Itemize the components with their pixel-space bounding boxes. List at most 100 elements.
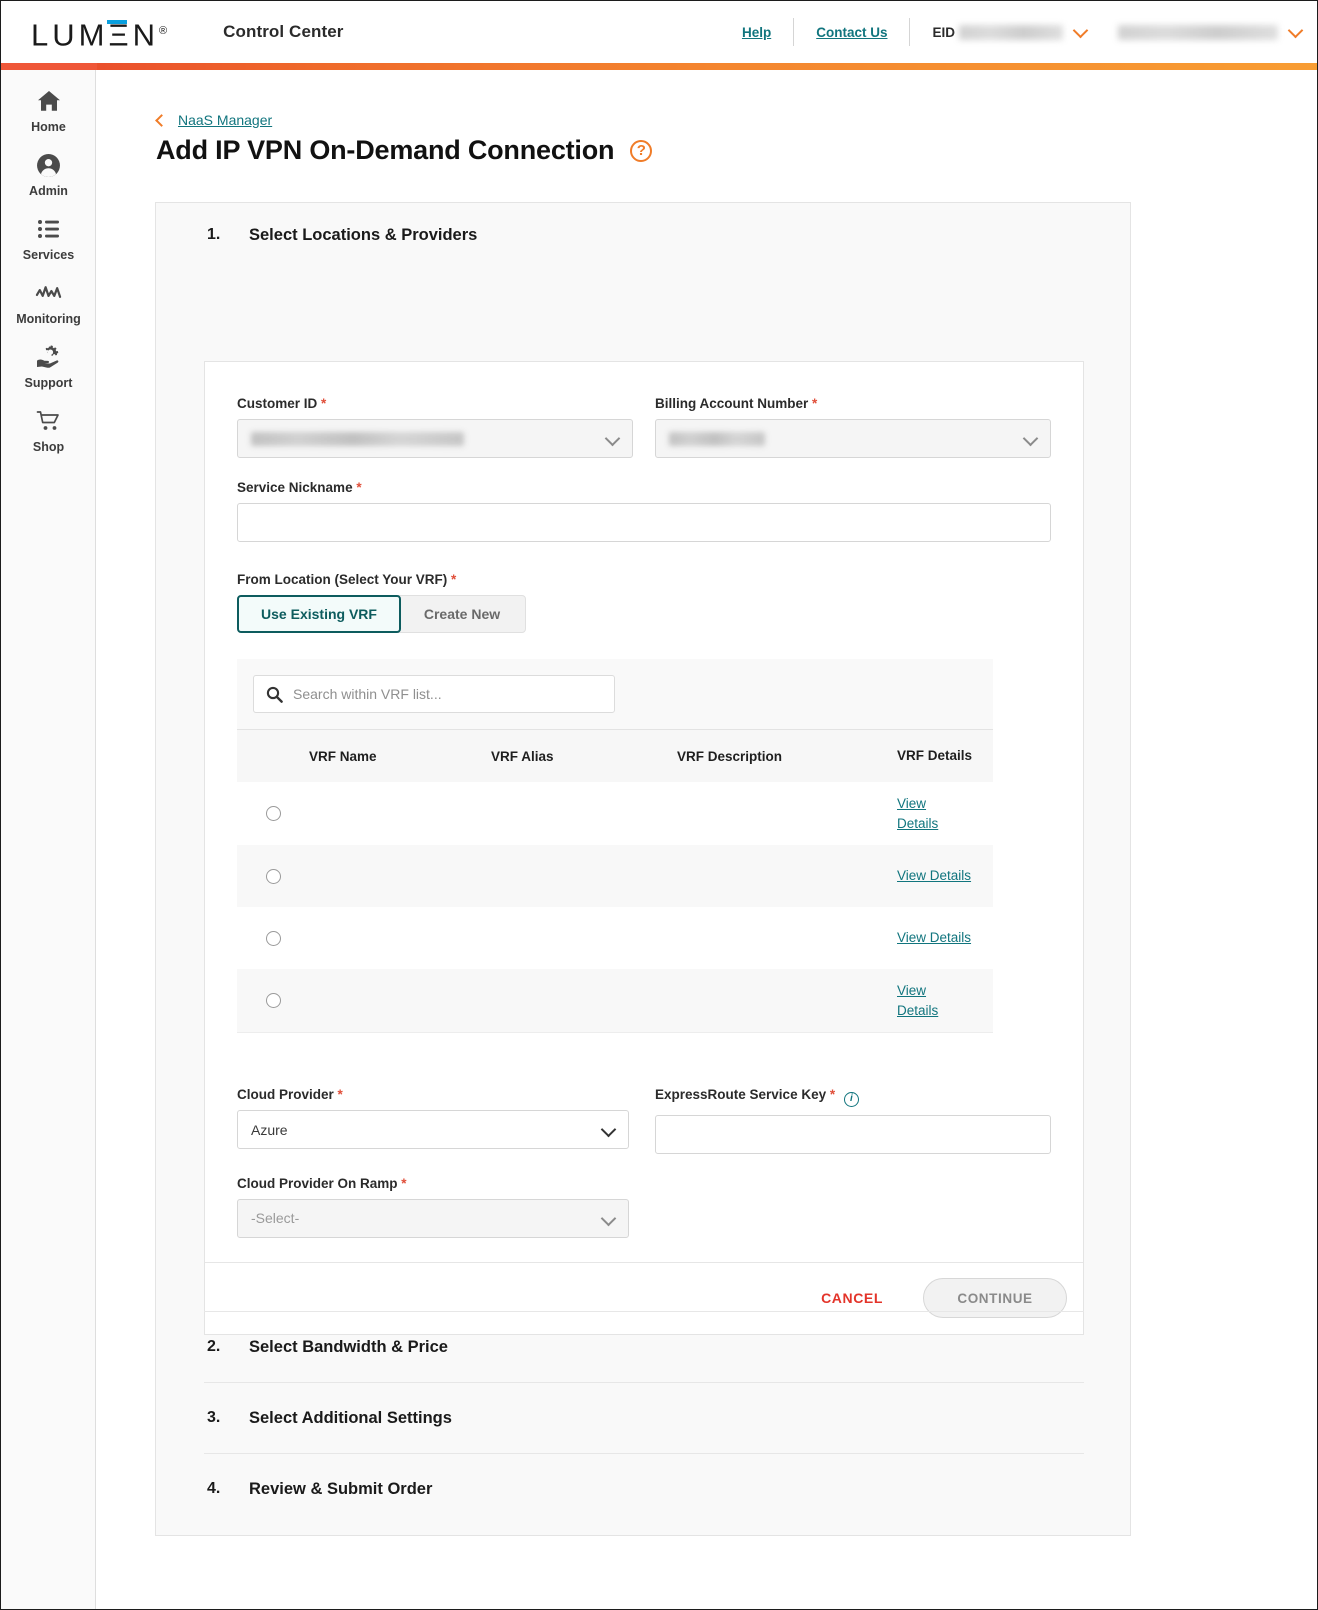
step-title: Review & Submit Order (249, 1479, 433, 1498)
column-header-vrf-name: VRF Name (309, 748, 377, 764)
sidebar-item-support[interactable]: Support (1, 326, 96, 390)
step-title: Select Bandwidth & Price (249, 1337, 448, 1356)
vrf-row-radio[interactable] (265, 806, 281, 821)
help-question-icon[interactable]: ? (630, 139, 653, 162)
cloud-provider-select[interactable]: Azure (237, 1110, 629, 1149)
sidebar-item-services[interactable]: Services (1, 198, 96, 262)
cloud-provider-section: Cloud Provider * Azure ExpressRoute Serv… (237, 1087, 1051, 1238)
sidebar-item-home[interactable]: Home (1, 70, 96, 134)
chevron-down-icon (1072, 22, 1089, 38)
header-actions: Help Contact Us EID (720, 12, 1317, 52)
column-header-vrf-alias: VRF Alias (491, 748, 554, 764)
chevron-down-icon (1022, 430, 1039, 447)
user-circle-icon (1, 152, 96, 178)
step-2-header[interactable]: 2. Select Bandwidth & Price (204, 1311, 1084, 1382)
cell-vrf-details: View Details (895, 981, 993, 1020)
page-title: Add IP VPN On-Demand Connection (156, 135, 615, 165)
home-icon (1, 88, 96, 114)
row-radio-cell (237, 993, 309, 1008)
cell-vrf-details: View Details (895, 866, 993, 886)
table-row[interactable]: View Details (237, 907, 993, 969)
vrf-search-input[interactable]: Search within VRF list... (253, 675, 615, 713)
sidebar-item-admin[interactable]: Admin (1, 134, 96, 198)
step-title: Select Additional Settings (249, 1408, 452, 1427)
cloud-row: Cloud Provider * Azure ExpressRoute Serv… (237, 1087, 1051, 1154)
logo-accent-bar (107, 20, 127, 24)
billing-account-label: Billing Account Number * (655, 396, 1051, 411)
service-nickname-group: Service Nickname * (237, 480, 1051, 542)
column-header-vrf-description: VRF Description (677, 748, 783, 764)
table-row[interactable]: View Details (237, 782, 993, 845)
view-details-link[interactable]: View Details (897, 928, 971, 948)
row-radio-cell (237, 868, 309, 884)
info-icon[interactable]: i (843, 1091, 859, 1107)
collapsed-steps: 2. Select Bandwidth & Price 3. Select Ad… (204, 1311, 1084, 1524)
vrf-mode-toggle: Use Existing VRF Create New (237, 595, 526, 633)
vrf-selection-panel: Search within VRF list... VRF Name VRF A… (237, 659, 993, 1033)
help-link[interactable]: Help (720, 25, 793, 40)
step-1-header: 1. Select Locations & Providers (156, 203, 1130, 267)
sidebar-label: Monitoring (16, 312, 81, 326)
cloud-provider-group: Cloud Provider * Azure (237, 1087, 633, 1154)
vrf-row-radio[interactable] (265, 930, 281, 946)
account-selector[interactable] (1100, 22, 1307, 40)
table-row[interactable]: View Details (237, 845, 993, 907)
vrf-table-header: VRF Name VRF Alias VRF Description VRF D… (237, 730, 993, 782)
cloud-provider-value: Azure (251, 1121, 288, 1138)
step-number: 4. (207, 1480, 221, 1497)
vrf-row-radio[interactable] (265, 868, 281, 884)
sidebar-label: Services (22, 248, 75, 262)
step-number: 3. (207, 1409, 221, 1426)
row-radio-cell (237, 806, 309, 821)
toggle-create-new-vrf[interactable]: Create New (398, 595, 526, 633)
contact-us-link[interactable]: Contact Us (794, 25, 909, 40)
express-route-key-group: ExpressRoute Service Key * i (655, 1087, 1051, 1154)
customer-id-select[interactable] (237, 419, 633, 458)
billing-account-select[interactable] (655, 419, 1051, 458)
list-icon (1, 216, 96, 242)
waveform-icon (1, 280, 96, 306)
eid-value-redacted (959, 24, 1063, 40)
service-nickname-label: Service Nickname * (237, 480, 1051, 495)
sidebar-item-shop[interactable]: Shop (1, 390, 96, 454)
cloud-on-ramp-select[interactable]: -Select- (237, 1198, 629, 1238)
billing-account-group: Billing Account Number * (655, 396, 1051, 458)
step-title: Select Locations & Providers (249, 225, 478, 244)
view-details-link[interactable]: View Details (897, 981, 943, 1020)
label-text: Cloud Provider On Ramp (237, 1175, 398, 1191)
label-text: From Location (Select Your VRF) (237, 572, 448, 587)
step-4-header[interactable]: 4. Review & Submit Order (204, 1453, 1084, 1524)
column-header-vrf-details: VRF Details (895, 747, 993, 765)
step-number: 1. (207, 226, 221, 243)
vrf-row-radio[interactable] (265, 993, 281, 1008)
cloud-on-ramp-group: Cloud Provider On Ramp * -Select- (237, 1176, 1051, 1238)
step-number: 2. (207, 1338, 221, 1355)
required-asterisk: * (451, 572, 457, 587)
cloud-provider-label: Cloud Provider * (237, 1087, 633, 1102)
sidebar-item-monitoring[interactable]: Monitoring (1, 262, 96, 326)
chevron-down-icon (600, 1210, 617, 1226)
eid-selector[interactable]: EID (910, 22, 1100, 40)
view-details-link[interactable]: View Details (897, 794, 943, 833)
breadcrumb-link[interactable]: NaaS Manager (178, 112, 272, 128)
ids-row: Customer ID * Billing Account Number * (237, 396, 1051, 458)
logo-text: LUMΞN (31, 17, 159, 53)
breadcrumb[interactable]: NaaS Manager (155, 112, 272, 128)
service-nickname-input[interactable] (237, 503, 1051, 542)
toggle-use-existing-vrf[interactable]: Use Existing VRF (237, 595, 401, 633)
lumen-logo[interactable]: LUMΞN® (31, 15, 167, 53)
eid-label: EID (932, 24, 955, 40)
label-text: Cloud Provider (237, 1087, 334, 1102)
wizard-card: 1. Select Locations & Providers Customer… (155, 202, 1131, 1536)
table-row[interactable]: View Details (237, 969, 993, 1032)
search-icon (266, 686, 283, 703)
express-route-key-input[interactable] (655, 1114, 1051, 1154)
vrf-search-placeholder: Search within VRF list... (293, 686, 442, 702)
step-3-header[interactable]: 3. Select Additional Settings (204, 1382, 1084, 1453)
customer-id-group: Customer ID * (237, 396, 633, 458)
chevron-down-icon (604, 430, 621, 447)
main-content: NaaS Manager Add IP VPN On-Demand Connec… (97, 70, 1317, 1609)
vrf-table: VRF Name VRF Alias VRF Description VRF D… (237, 730, 993, 1032)
app-title: Control Center (223, 22, 344, 41)
view-details-link[interactable]: View Details (897, 866, 971, 886)
